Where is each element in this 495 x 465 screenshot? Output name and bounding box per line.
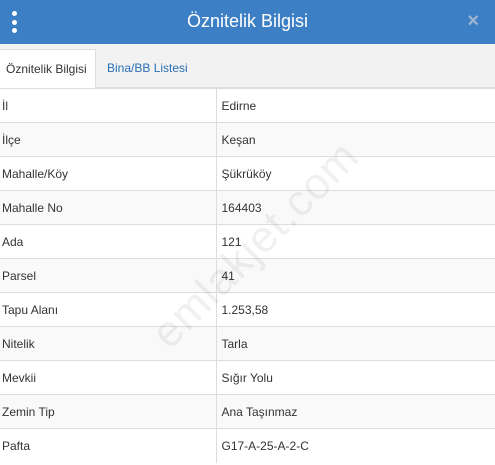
table-row: Mevkii Sığır Yolu	[0, 360, 495, 395]
attribute-value: 164403	[216, 190, 495, 225]
table-row: Mahalle No 164403	[0, 190, 495, 225]
attribute-key: Ada	[0, 224, 217, 259]
attribute-key: Parsel	[0, 258, 217, 293]
attribute-value: 41	[216, 258, 495, 293]
tab-bina-bb-listesi[interactable]: Bina/BB Listesi	[101, 49, 194, 88]
attribute-value: Şükrüköy	[216, 156, 495, 191]
attribute-key: Nitelik	[0, 326, 217, 361]
table-row: Zemin Tip Ana Taşınmaz	[0, 394, 495, 429]
attribute-value: Keşan	[216, 122, 495, 157]
attribute-key: Zemin Tip	[0, 394, 217, 429]
table-row: Tapu Alanı 1.253,58	[0, 292, 495, 327]
table-row: Mahalle/Köy Şükrüköy	[0, 156, 495, 191]
table-row: Pafta G17-A-25-A-2-C	[0, 428, 495, 463]
attribute-key: Tapu Alanı	[0, 292, 217, 327]
tab-oznitelik-bilgisi[interactable]: Öznitelik Bilgisi	[0, 49, 96, 88]
attribute-key: Mevkii	[0, 360, 217, 395]
panel-header: Öznitelik Bilgisi ×	[0, 0, 495, 44]
table-row: Parsel 41	[0, 258, 495, 293]
attribute-value: G17-A-25-A-2-C	[216, 428, 495, 463]
close-icon[interactable]: ×	[467, 11, 479, 31]
attribute-key: Pafta	[0, 428, 217, 463]
attribute-key: Mahalle/Köy	[0, 156, 217, 191]
attribute-value: Sığır Yolu	[216, 360, 495, 395]
attribute-table: İl Edirne İlçe Keşan Mahalle/Köy Şükrüköy M…	[0, 88, 495, 463]
table-row: Ada 121	[0, 224, 495, 259]
attribute-key: İl	[0, 88, 217, 123]
attribute-key: İlçe	[0, 122, 217, 157]
table-row: Nitelik Tarla	[0, 326, 495, 361]
tab-bar: Öznitelik Bilgisi Bina/BB Listesi	[0, 44, 495, 88]
attribute-value: 1.253,58	[216, 292, 495, 327]
attribute-value: Tarla	[216, 326, 495, 361]
attribute-key: Mahalle No	[0, 190, 217, 225]
table-row: İlçe Keşan	[0, 122, 495, 157]
attribute-value: Ana Taşınmaz	[216, 394, 495, 429]
panel-title: Öznitelik Bilgisi	[186, 11, 309, 31]
attribute-value: 121	[216, 224, 495, 259]
table-row: İl Edirne	[0, 88, 495, 123]
attribute-value: Edirne	[216, 88, 495, 123]
